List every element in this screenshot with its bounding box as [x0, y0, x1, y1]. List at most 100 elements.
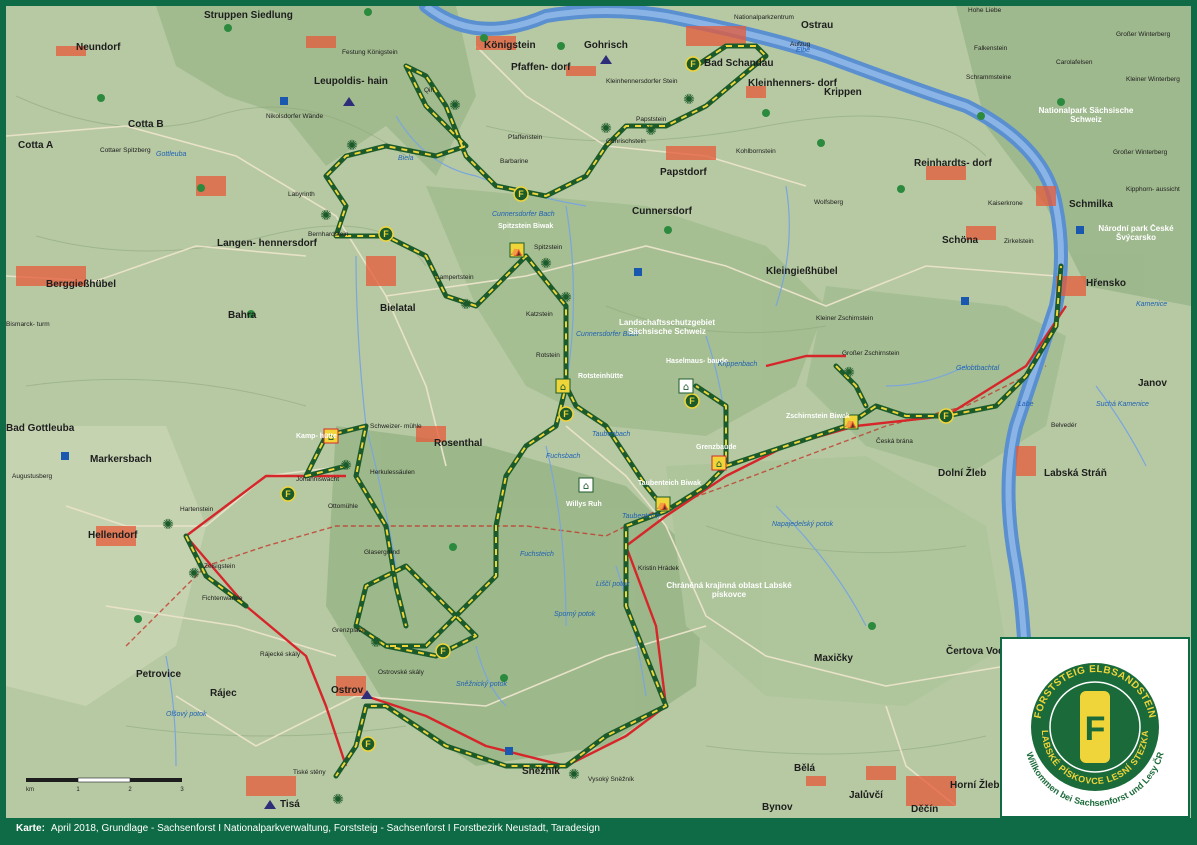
feature-label: Tiské stěny: [293, 769, 326, 776]
place-label: Bahra: [228, 310, 257, 321]
place-label: Rosenthal: [434, 438, 483, 449]
water-label: Gelobtbachtal: [956, 365, 1000, 372]
svg-text:F: F: [365, 739, 371, 749]
svg-text:F: F: [943, 411, 949, 421]
water-label: Kamenice: [1136, 301, 1167, 308]
water-label: Cunnersdorfer Bach: [492, 211, 555, 218]
feature-label: Großer Zschirnstein: [842, 350, 900, 357]
feature-label: Kristin Hrádek: [638, 565, 680, 572]
feature-label: Nikolsdorfer Wände: [266, 113, 323, 120]
water-label: Olšový potok: [166, 711, 207, 718]
place-label: Langen- hennersdorf: [217, 238, 318, 249]
feature-label: Zirkelstein: [1004, 238, 1034, 245]
feature-label: Spitzstein: [534, 244, 563, 251]
feature-label: Nationalparkzentrum: [734, 14, 794, 21]
feature-label: Papststein: [636, 116, 667, 123]
place-label: Maxičky: [814, 653, 853, 664]
svg-text:✺: ✺: [843, 365, 855, 381]
svg-text:✺: ✺: [540, 256, 552, 272]
svg-text:F: F: [563, 409, 569, 419]
place-label: Neundorf: [76, 42, 121, 53]
svg-text:⌂: ⌂: [683, 382, 689, 393]
svg-text:✺: ✺: [332, 792, 344, 808]
hut-label: Rotsteinhütte: [578, 373, 623, 380]
feature-label: Schrammsteine: [966, 74, 1012, 81]
feature-label: Kleinhennersdorfer Stein: [606, 78, 678, 85]
area-label: Chráněná krajinná oblast Labské pískovce: [666, 581, 792, 599]
place-label: Schöna: [942, 235, 979, 246]
hut-label: Spitzstein Biwak: [498, 223, 553, 230]
place-label: Bynov: [762, 802, 793, 813]
scale-unit: km: [26, 787, 34, 793]
place-label: Rájec: [210, 688, 237, 699]
feature-label: Cottaer Spitzberg: [100, 147, 151, 154]
place-label: Cotta A: [18, 140, 53, 151]
hut-label: Zschirnstein Biwak: [786, 413, 850, 420]
water-label: Liščí potok: [596, 581, 630, 588]
feature-label: Pfaffenstein: [508, 134, 543, 141]
area-label: Národní park České Švýcarsko: [1098, 224, 1174, 242]
feature-label: Festung Königstein: [342, 49, 398, 56]
feature-label: Rotstein: [536, 352, 560, 359]
hut-label: Kamp- hütte: [296, 433, 337, 440]
water-label: Fuchsbach: [546, 453, 580, 460]
feature-label: Qirl: [424, 87, 435, 94]
feature-label: Kleiner Winterberg: [1126, 76, 1180, 83]
water-label: Krippenbach: [718, 361, 757, 368]
water-label: Taubenbach: [592, 431, 630, 438]
svg-text:F: F: [440, 646, 446, 656]
svg-text:⌂: ⌂: [560, 382, 566, 393]
feature-label: Barbarine: [500, 158, 529, 165]
feature-label: Lampertstein: [436, 274, 474, 281]
svg-text:✺: ✺: [346, 138, 358, 154]
feature-label: Rájecké skály: [260, 651, 301, 658]
place-label: Bielatal: [380, 303, 416, 314]
feature-label: Großer Winterberg: [1116, 31, 1171, 38]
place-label: Dolní Žleb: [938, 466, 986, 479]
place-label: Leupoldis- hain: [314, 76, 388, 87]
place-label: Ostrau: [801, 20, 833, 31]
place-label: Pfaffen- dorf: [511, 62, 571, 73]
feature-label: Wolfsberg: [814, 199, 844, 206]
place-label: Horní Žleb: [950, 778, 999, 791]
area-label: Landschaftsschutzgebiet Sächsische Schwe…: [618, 318, 715, 336]
feature-label: Ostrovské skály: [378, 669, 425, 676]
feature-label: Grenzplatte: [332, 627, 366, 634]
water-label: Elbe: [796, 47, 810, 54]
place-label: Kleingießhübel: [766, 266, 838, 277]
place-label: Sněžník: [522, 766, 560, 777]
svg-text:⌂: ⌂: [583, 481, 589, 492]
svg-text:F: F: [383, 229, 389, 239]
place-label: Struppen Siedlung: [204, 10, 293, 21]
feature-label: Belvedér: [1051, 422, 1077, 429]
svg-text:⛺: ⛺: [657, 500, 669, 511]
feature-label: Glasergrund: [364, 549, 400, 556]
feature-label: Johanniswacht: [296, 476, 339, 483]
feature-label: Zeisigstein: [204, 563, 235, 570]
svg-text:✺: ✺: [162, 517, 174, 533]
feature-label: Gohrischstein: [606, 138, 646, 145]
feature-label: Falkenstein: [974, 45, 1008, 52]
water-label: Taubenteich: [622, 513, 660, 520]
feature-label: Kohlbornstein: [736, 148, 776, 155]
svg-text:✺: ✺: [560, 290, 572, 306]
credits-text: April 2018, Grundlage - Sachsenforst I N…: [50, 823, 600, 834]
place-label: Königstein: [484, 40, 536, 51]
water-label: Sněžnický potok: [456, 681, 507, 688]
place-label: Děčín: [911, 804, 938, 815]
svg-text:✺: ✺: [645, 123, 657, 139]
area-label: Nationalpark Sächsische Schweiz: [1038, 106, 1134, 124]
svg-text:✺: ✺: [370, 635, 382, 651]
feature-label: Hartenstein: [180, 506, 214, 513]
water-label: Biela: [398, 155, 414, 162]
feature-label: Katzstein: [526, 311, 553, 318]
place-label: Cotta B: [128, 119, 164, 130]
hut-label: Taubenteich Biwak: [638, 480, 701, 487]
feature-label: Kipphorn- aussicht: [1126, 186, 1180, 193]
svg-text:F: F: [690, 59, 696, 69]
place-label: Krippen: [824, 87, 862, 98]
water-label: Gottleuba: [156, 151, 186, 158]
feature-label: Bismarck- turm: [6, 321, 50, 328]
svg-text:F: F: [689, 396, 695, 406]
water-label: Suchá Kamenice: [1096, 401, 1149, 408]
